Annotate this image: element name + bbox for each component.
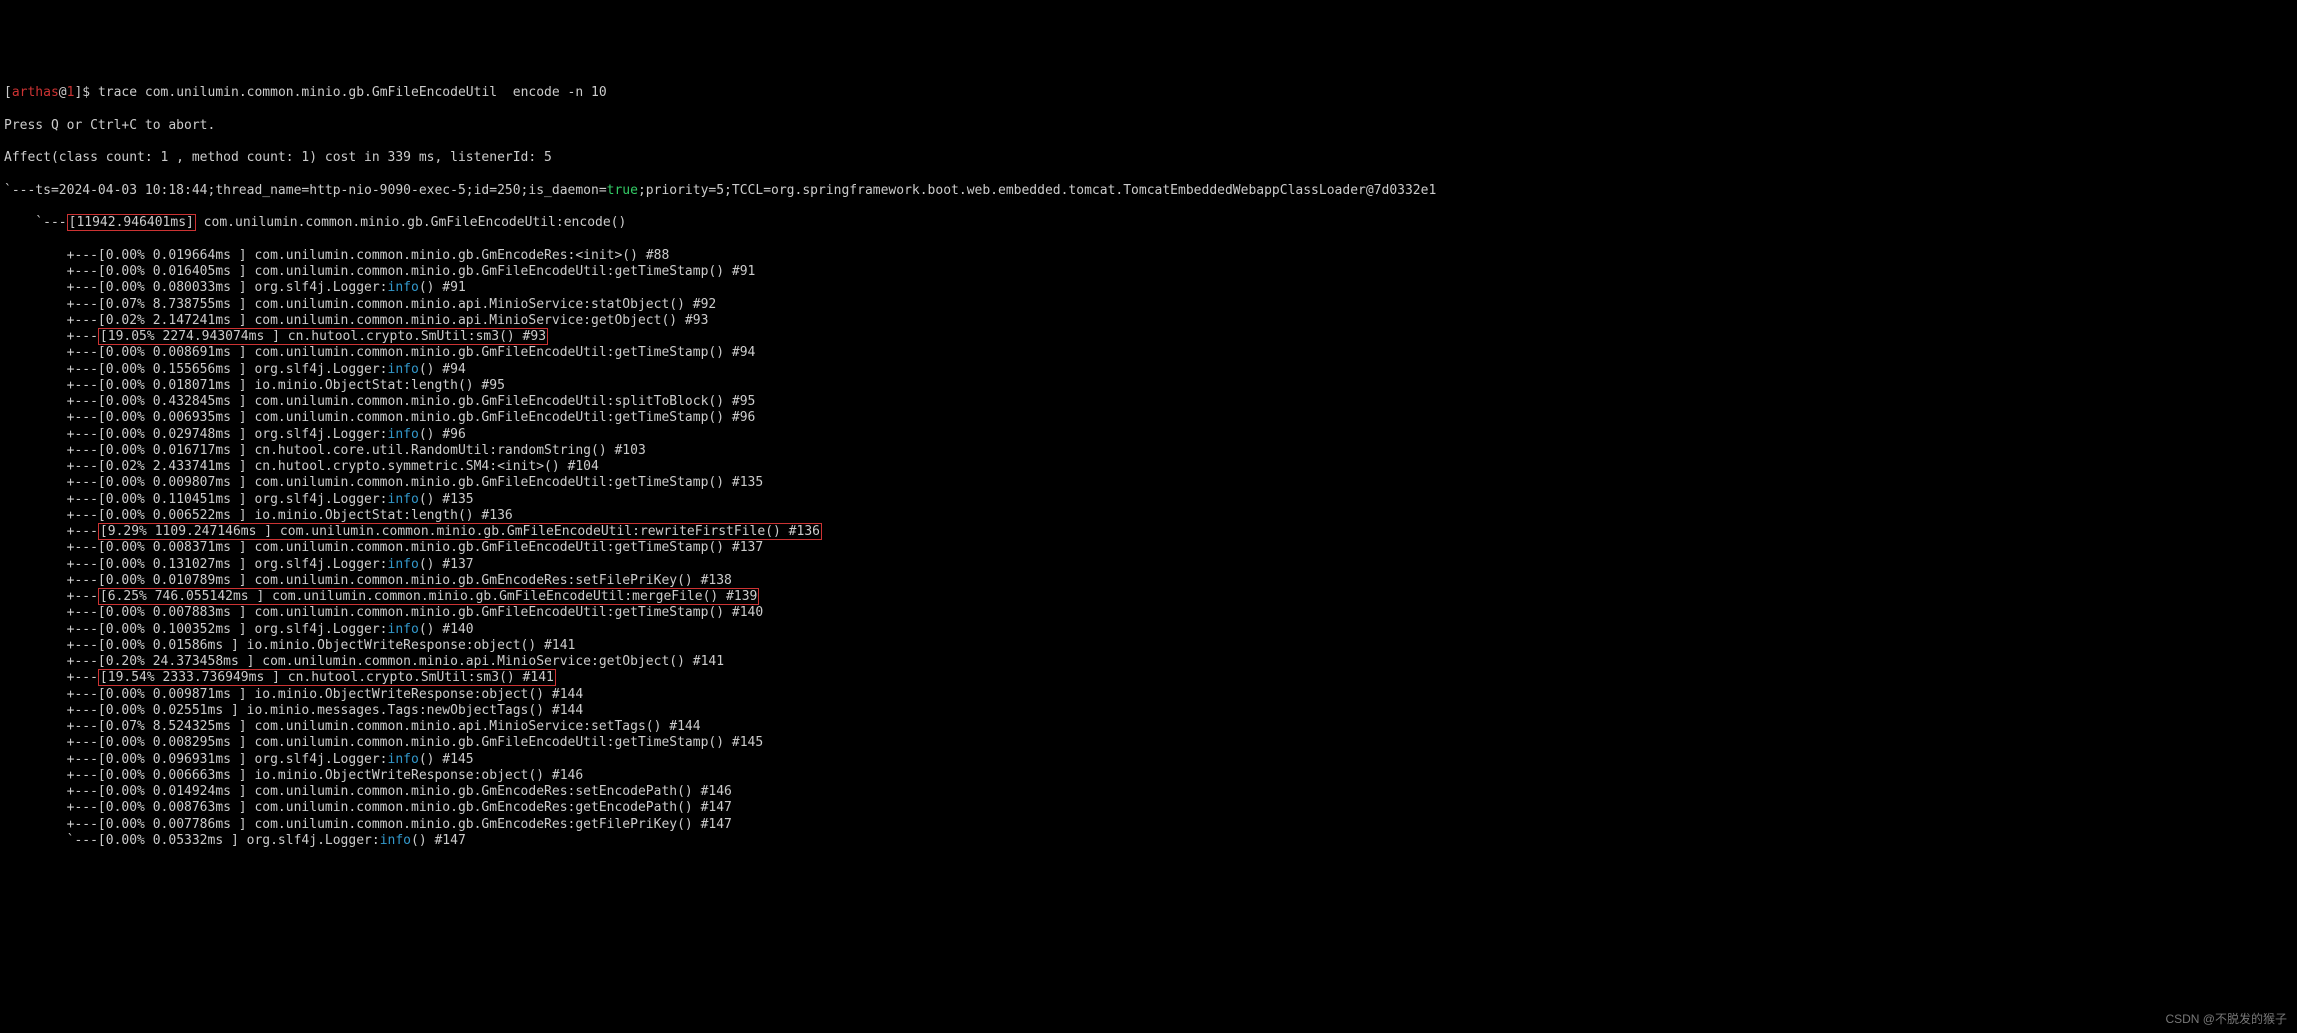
watermark: CSDN @不脱发的猴子 [2165, 1012, 2287, 1027]
trace-row: +---[0.00% 0.018071ms ] io.minio.ObjectS… [4, 378, 2293, 394]
trace-root: `---[11942.946401ms] com.unilumin.common… [4, 215, 2293, 231]
trace-row: +---[19.54% 2333.736949ms ] cn.hutool.cr… [4, 670, 2293, 686]
trace-row: +---[0.00% 0.014924ms ] com.unilumin.com… [4, 784, 2293, 800]
trace-row: +---[0.00% 0.008295ms ] com.unilumin.com… [4, 735, 2293, 751]
trace-row: +---[0.00% 0.008763ms ] com.unilumin.com… [4, 800, 2293, 816]
trace-row: +---[0.20% 24.373458ms ] com.unilumin.co… [4, 654, 2293, 670]
trace-row: +---[0.02% 2.433741ms ] cn.hutool.crypto… [4, 459, 2293, 475]
trace-row: +---[0.00% 0.007786ms ] com.unilumin.com… [4, 817, 2293, 833]
trace-row: +---[0.00% 0.010789ms ] com.unilumin.com… [4, 573, 2293, 589]
logger-info-method: info [388, 280, 419, 295]
prompt-user: arthas [12, 85, 59, 100]
trace-row: +---[9.29% 1109.247146ms ] com.unilumin.… [4, 524, 2293, 540]
trace-row: +---[0.00% 0.01586ms ] io.minio.ObjectWr… [4, 638, 2293, 654]
trace-row: +---[0.00% 0.009807ms ] com.unilumin.com… [4, 475, 2293, 491]
trace-row: +---[0.00% 0.019664ms ] com.unilumin.com… [4, 248, 2293, 264]
logger-info-method: info [388, 362, 419, 377]
trace-row: +---[0.00% 0.009871ms ] io.minio.ObjectW… [4, 687, 2293, 703]
trace-row: +---[0.00% 0.006935ms ] com.unilumin.com… [4, 410, 2293, 426]
timing-highlight: [19.54% 2333.736949ms ] cn.hutool.crypto… [98, 669, 556, 686]
trace-row: +---[0.00% 0.155656ms ] org.slf4j.Logger… [4, 362, 2293, 378]
trace-row: +---[0.00% 0.080033ms ] org.slf4j.Logger… [4, 280, 2293, 296]
trace-row: +---[0.02% 2.147241ms ] com.unilumin.com… [4, 313, 2293, 329]
logger-info-method: info [388, 492, 419, 507]
prompt-host: 1 [67, 85, 75, 100]
trace-row: +---[0.00% 0.110451ms ] org.slf4j.Logger… [4, 492, 2293, 508]
trace-row: +---[0.00% 0.008691ms ] com.unilumin.com… [4, 345, 2293, 361]
ts-line: `---ts=2024-04-03 10:18:44;thread_name=h… [4, 183, 2293, 199]
timing-highlight: [9.29% 1109.247146ms ] com.unilumin.comm… [98, 523, 822, 540]
logger-info-method: info [388, 427, 419, 442]
trace-row: +---[0.00% 0.029748ms ] org.slf4j.Logger… [4, 427, 2293, 443]
terminal-output: [arthas@1]$ trace com.unilumin.common.mi… [4, 69, 2293, 865]
abort-hint: Press Q or Ctrl+C to abort. [4, 118, 2293, 134]
prompt-line: [arthas@1]$ trace com.unilumin.common.mi… [4, 85, 2293, 101]
logger-info-method: info [388, 557, 419, 572]
trace-row: +---[19.05% 2274.943074ms ] cn.hutool.cr… [4, 329, 2293, 345]
trace-row: +---[0.00% 0.006663ms ] io.minio.ObjectW… [4, 768, 2293, 784]
trace-row: +---[0.00% 0.016717ms ] cn.hutool.core.u… [4, 443, 2293, 459]
daemon-true: true [607, 183, 638, 198]
logger-info-method: info [380, 833, 411, 848]
timing-highlight: [19.05% 2274.943074ms ] cn.hutool.crypto… [98, 328, 548, 345]
logger-info-method: info [388, 752, 419, 767]
trace-row: +---[0.00% 0.432845ms ] com.unilumin.com… [4, 394, 2293, 410]
trace-row: +---[0.00% 0.006522ms ] io.minio.ObjectS… [4, 508, 2293, 524]
trace-row: +---[6.25% 746.055142ms ] com.unilumin.c… [4, 589, 2293, 605]
logger-info-method: info [388, 622, 419, 637]
timing-highlight: [6.25% 746.055142ms ] com.unilumin.commo… [98, 588, 759, 605]
trace-row: +---[0.00% 0.008371ms ] com.unilumin.com… [4, 540, 2293, 556]
trace-rows: +---[0.00% 0.019664ms ] com.unilumin.com… [4, 248, 2293, 849]
trace-row: +---[0.00% 0.016405ms ] com.unilumin.com… [4, 264, 2293, 280]
trace-row: +---[0.00% 0.131027ms ] org.slf4j.Logger… [4, 557, 2293, 573]
trace-row: +---[0.00% 0.007883ms ] com.unilumin.com… [4, 605, 2293, 621]
trace-row: +---[0.07% 8.738755ms ] com.unilumin.com… [4, 297, 2293, 313]
trace-row: +---[0.07% 8.524325ms ] com.unilumin.com… [4, 719, 2293, 735]
affect-line: Affect(class count: 1 , method count: 1)… [4, 150, 2293, 166]
trace-row: `---[0.00% 0.05332ms ] org.slf4j.Logger:… [4, 833, 2293, 849]
trace-row: +---[0.00% 0.100352ms ] org.slf4j.Logger… [4, 622, 2293, 638]
trace-row: +---[0.00% 0.096931ms ] org.slf4j.Logger… [4, 752, 2293, 768]
root-timing-highlight: [11942.946401ms] [67, 214, 196, 231]
trace-row: +---[0.00% 0.02551ms ] io.minio.messages… [4, 703, 2293, 719]
command-text: trace com.unilumin.common.minio.gb.GmFil… [98, 85, 607, 100]
